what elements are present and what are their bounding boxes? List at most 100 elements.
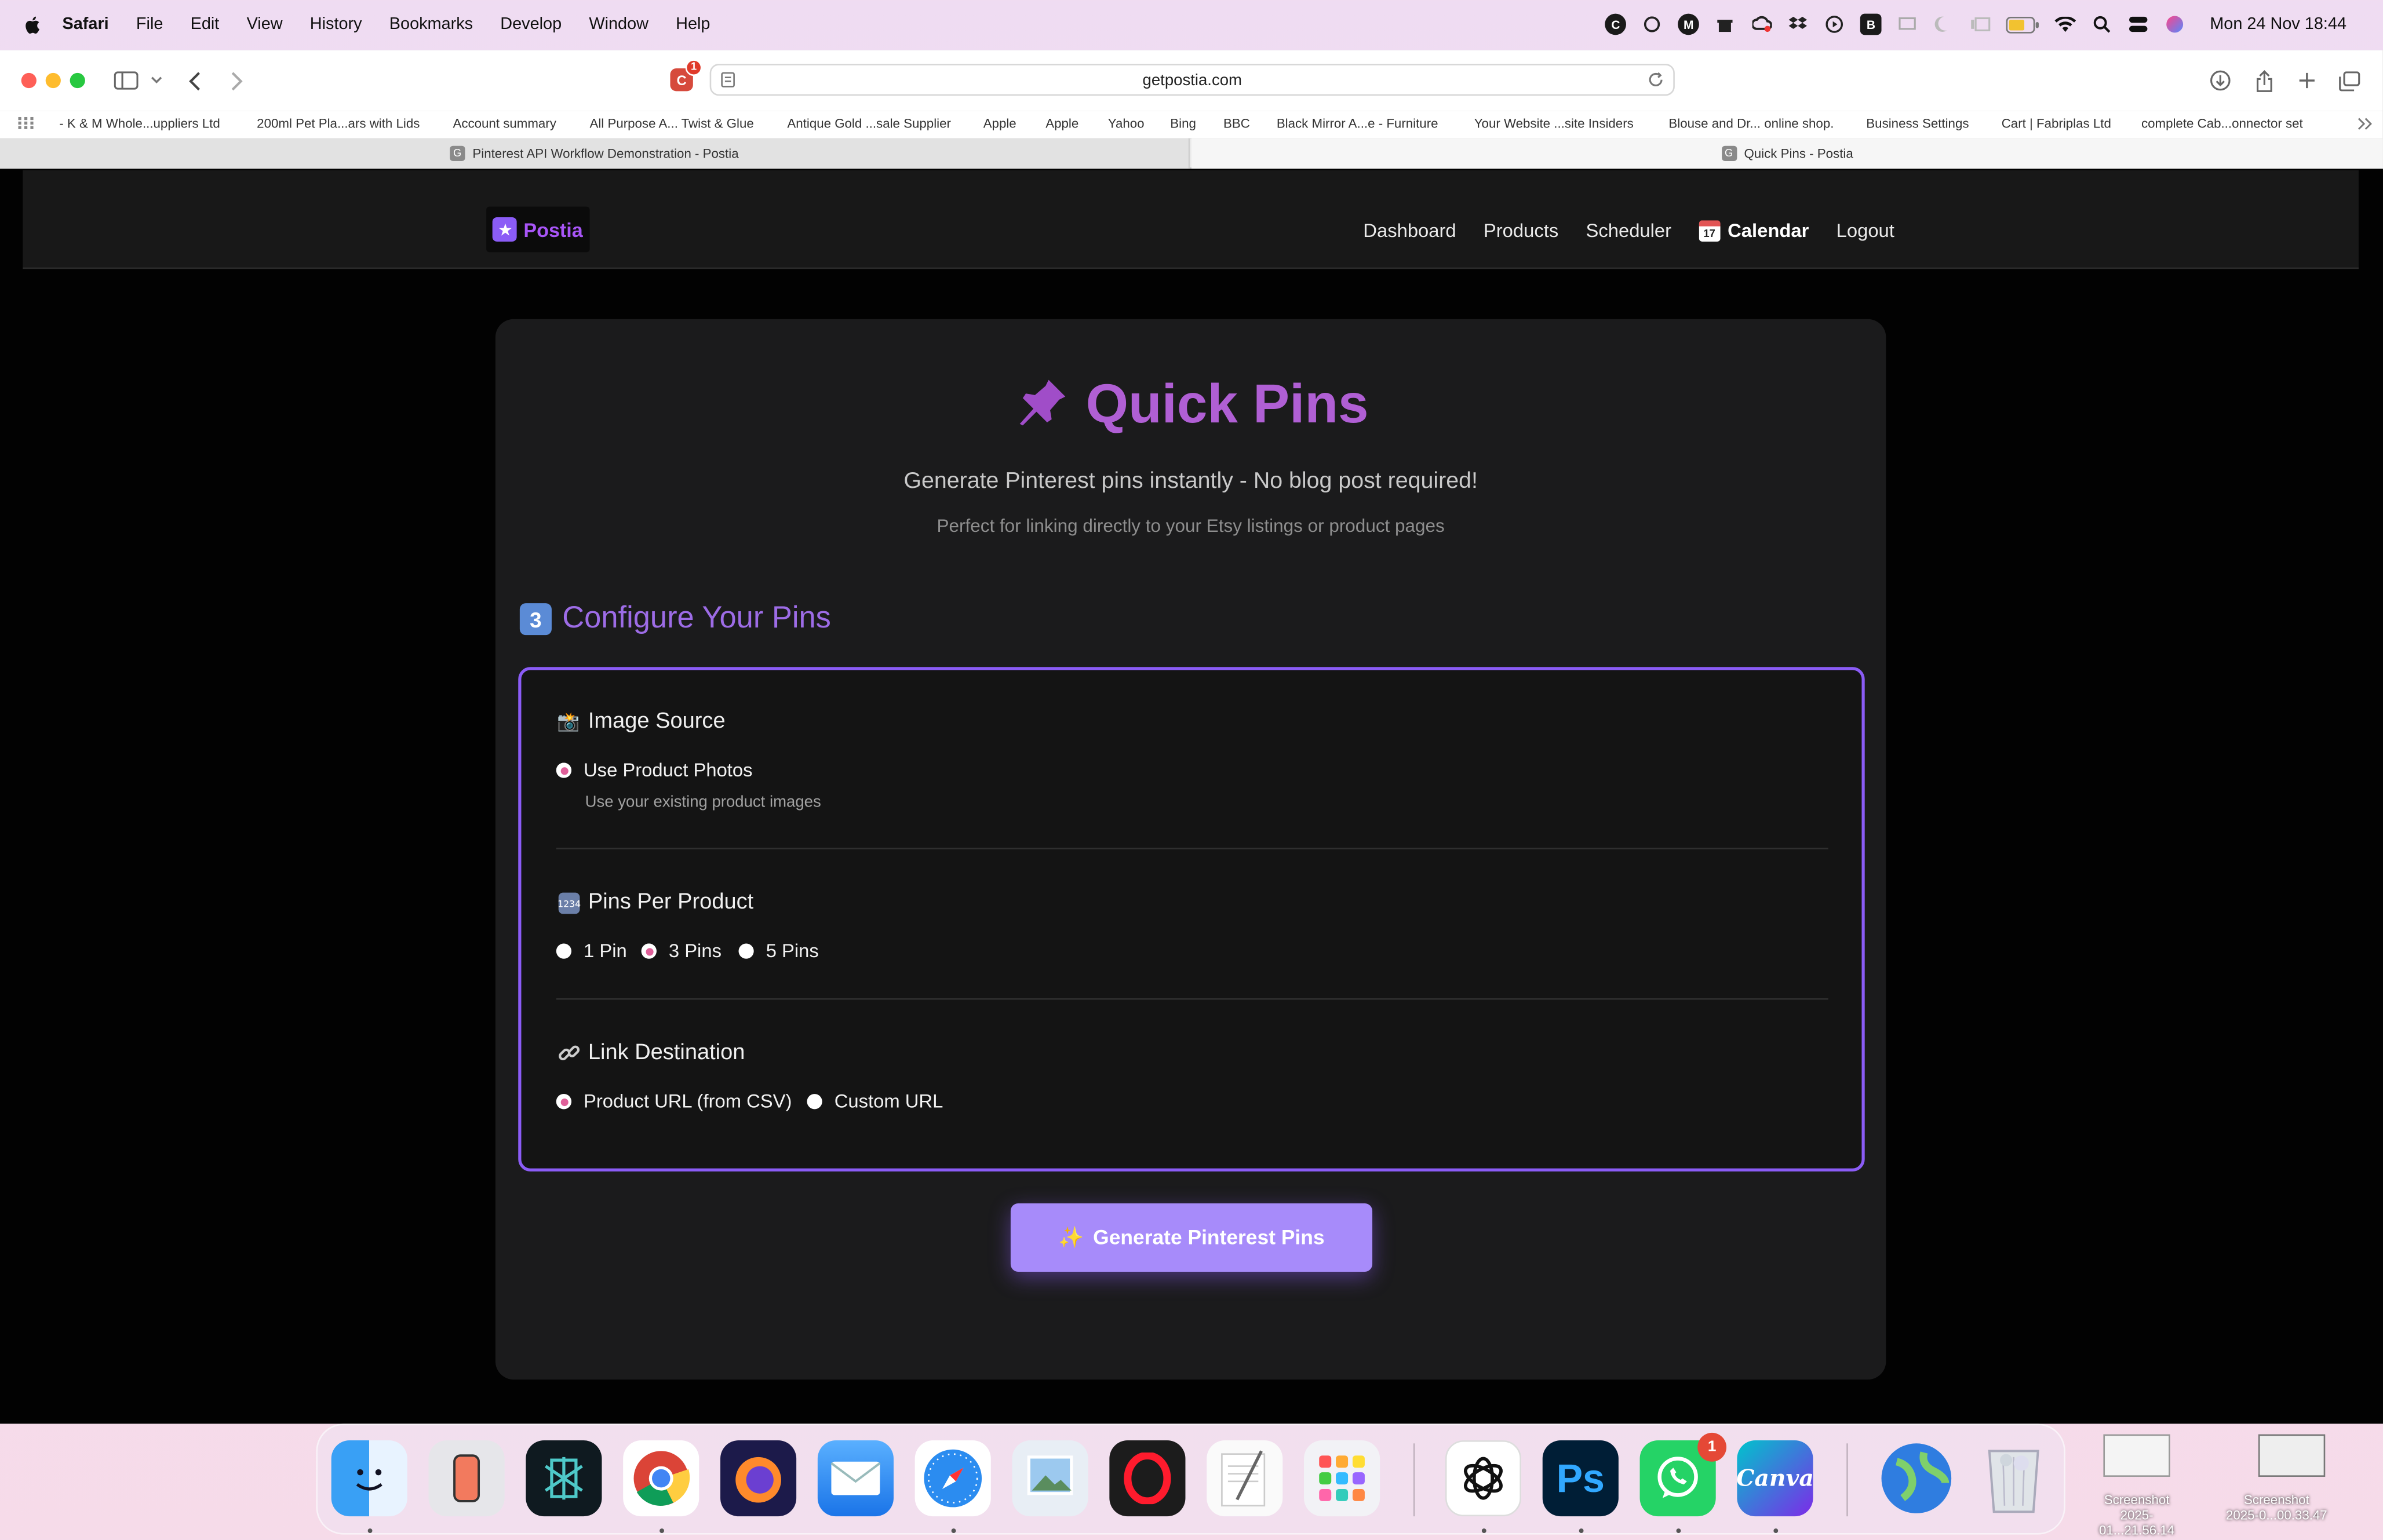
openai-icon[interactable]	[1641, 14, 1663, 35]
bookmarks-overflow-icon[interactable]	[2357, 117, 2372, 134]
menu-bookmarks[interactable]: Bookmarks	[389, 15, 473, 33]
nav-scheduler[interactable]: Scheduler	[1586, 220, 1671, 242]
downloads-icon[interactable]	[2208, 67, 2232, 94]
m-app-icon[interactable]: M	[1678, 13, 1700, 35]
new-tab-icon[interactable]	[2295, 67, 2319, 94]
radio-dot-selected[interactable]	[556, 762, 572, 778]
close-window-button[interactable]	[21, 72, 37, 89]
chevron-down-icon[interactable]	[149, 67, 164, 94]
spotlight-search-icon[interactable]	[2091, 14, 2113, 35]
grammarly-extension-icon[interactable]: C 1	[670, 59, 702, 92]
opera-icon[interactable]	[1109, 1440, 1186, 1517]
bookmark-item[interactable]: Black Mirror A...e - Furniture	[1277, 115, 1438, 130]
dropbox-icon[interactable]	[1787, 14, 1809, 35]
battery-icon[interactable]	[2006, 14, 2040, 35]
postia-logo[interactable]: ★ Postia	[486, 206, 590, 253]
menubar-clock[interactable]: Mon 24 Nov 18:44	[2210, 15, 2346, 33]
bookmark-item[interactable]: Cart | Fabriplas Ltd	[2002, 115, 2111, 130]
menu-view[interactable]: View	[247, 15, 283, 33]
forward-arrow-icon[interactable]	[227, 67, 248, 94]
tab-pinterest-api[interactable]: G Pinterest API Workflow Demonstration -…	[0, 138, 1190, 169]
moon-icon[interactable]	[1933, 14, 1955, 35]
tab-overview-icon[interactable]	[2337, 67, 2362, 94]
desktop-screenshot-file[interactable]: Screenshot 2025-01...21.56.14	[2085, 1434, 2188, 1538]
bookmark-item[interactable]: Account summary	[453, 115, 556, 130]
nav-calendar[interactable]: 17 Calendar	[1699, 220, 1809, 242]
iphone-mirroring-icon[interactable]	[428, 1440, 505, 1517]
nav-dashboard[interactable]: Dashboard	[1363, 220, 1456, 242]
bookmark-item[interactable]: - K & M Whole...uppliers Ltd	[59, 115, 220, 130]
generate-pins-button[interactable]: ✨ Generate Pinterest Pins	[1010, 1203, 1373, 1272]
url-text[interactable]: getpostia.com	[1143, 71, 1242, 89]
preview-icon[interactable]	[1012, 1440, 1088, 1517]
bookmark-item[interactable]: Apple	[983, 115, 1016, 130]
bookmark-item[interactable]: Business Settings	[1866, 115, 1969, 130]
textedit-icon[interactable]	[1207, 1440, 1283, 1517]
bookmark-item[interactable]: BBC	[1223, 115, 1250, 130]
bookmark-item[interactable]: Blouse and Dr... online shop.	[1668, 115, 1834, 130]
photoshop-icon[interactable]: Ps	[1542, 1440, 1619, 1517]
nav-products[interactable]: Products	[1484, 220, 1558, 242]
sidebar-toggle-icon[interactable]	[112, 67, 140, 94]
canva-icon[interactable]: Canva	[1736, 1440, 1814, 1517]
reload-icon[interactable]	[1648, 71, 1664, 93]
share-icon[interactable]	[2252, 67, 2276, 94]
mail-icon[interactable]	[817, 1440, 894, 1517]
safari-icon[interactable]	[914, 1440, 991, 1517]
menu-app-name[interactable]: Safari	[63, 15, 109, 33]
menu-window[interactable]: Window	[589, 15, 648, 33]
b-app-icon[interactable]: B	[1860, 13, 1882, 35]
menu-help[interactable]: Help	[676, 15, 710, 33]
siri-icon[interactable]	[2165, 14, 2186, 35]
control-center-icon[interactable]	[2128, 14, 2149, 35]
stage-manager-icon[interactable]	[1970, 14, 1991, 35]
apple-logo-icon[interactable]	[23, 14, 41, 34]
screen-mirroring-icon[interactable]	[1897, 14, 1918, 35]
bookmark-item[interactable]: 200ml Pet Pla...ars with Lids	[257, 115, 420, 130]
tab-quick-pins[interactable]: G Quick Pins - Postia	[1191, 138, 2383, 169]
play-icon[interactable]	[1824, 14, 1845, 35]
bookmark-item[interactable]: complete Cab...onnector set	[2141, 115, 2303, 130]
zoom-window-button[interactable]	[70, 72, 85, 89]
menu-develop[interactable]: Develop	[500, 15, 562, 33]
radio-5-pins[interactable]: 5 Pins	[738, 940, 819, 962]
whatsapp-icon[interactable]: 1	[1639, 1432, 1727, 1517]
bookmark-item[interactable]: Bing	[1170, 115, 1196, 130]
desktop-screenshot-file[interactable]: Screenshot 2025-0...00.33.47	[2207, 1434, 2346, 1523]
bookmark-item[interactable]: Your Website ...site Insiders	[1474, 115, 1634, 130]
radio-use-product-photos[interactable]: Use Product Photos	[556, 760, 753, 781]
radio-dot-selected[interactable]	[641, 943, 657, 959]
bookmark-item[interactable]: Apple	[1045, 115, 1078, 130]
launchpad-icon[interactable]	[1304, 1440, 1380, 1517]
perplexity-icon[interactable]	[526, 1440, 602, 1517]
page-settings-icon[interactable]	[720, 71, 735, 93]
bookmark-item[interactable]: Antique Gold ...sale Supplier	[787, 115, 951, 130]
radio-dot[interactable]	[738, 943, 754, 959]
nav-logout[interactable]: Logout	[1837, 220, 1894, 242]
menu-edit[interactable]: Edit	[191, 15, 220, 33]
gift-icon[interactable]	[1714, 14, 1736, 35]
radio-dot[interactable]	[807, 1094, 822, 1110]
bookmark-item[interactable]: All Purpose A... Twist & Glue	[589, 115, 753, 130]
copilot-icon[interactable]: C	[1605, 13, 1627, 35]
trash-icon[interactable]	[1976, 1440, 2052, 1516]
minimize-window-button[interactable]	[45, 72, 61, 89]
chrome-icon[interactable]	[623, 1440, 699, 1517]
radio-dot[interactable]	[556, 943, 572, 959]
address-bar[interactable]: getpostia.com	[709, 64, 1675, 96]
radio-product-url[interactable]: Product URL (from CSV)	[556, 1091, 792, 1112]
radio-3-pins[interactable]: 3 Pins	[641, 940, 722, 962]
menu-history[interactable]: History	[310, 15, 362, 33]
menu-file[interactable]: File	[136, 15, 163, 33]
bookmark-item[interactable]: Yahoo	[1108, 115, 1145, 130]
finder-icon[interactable]	[331, 1440, 407, 1517]
wifi-icon[interactable]	[2054, 14, 2076, 35]
back-arrow-icon[interactable]	[184, 67, 205, 94]
creative-cloud-icon[interactable]	[1751, 14, 1772, 35]
radio-1-pin[interactable]: 1 Pin	[556, 940, 627, 962]
radio-dot-selected[interactable]	[556, 1094, 572, 1110]
chatgpt-icon[interactable]	[1445, 1440, 1522, 1517]
globe-icon[interactable]	[1878, 1440, 1954, 1516]
radio-custom-url[interactable]: Custom URL	[807, 1091, 943, 1112]
bookmarks-grid-icon[interactable]	[18, 116, 34, 132]
